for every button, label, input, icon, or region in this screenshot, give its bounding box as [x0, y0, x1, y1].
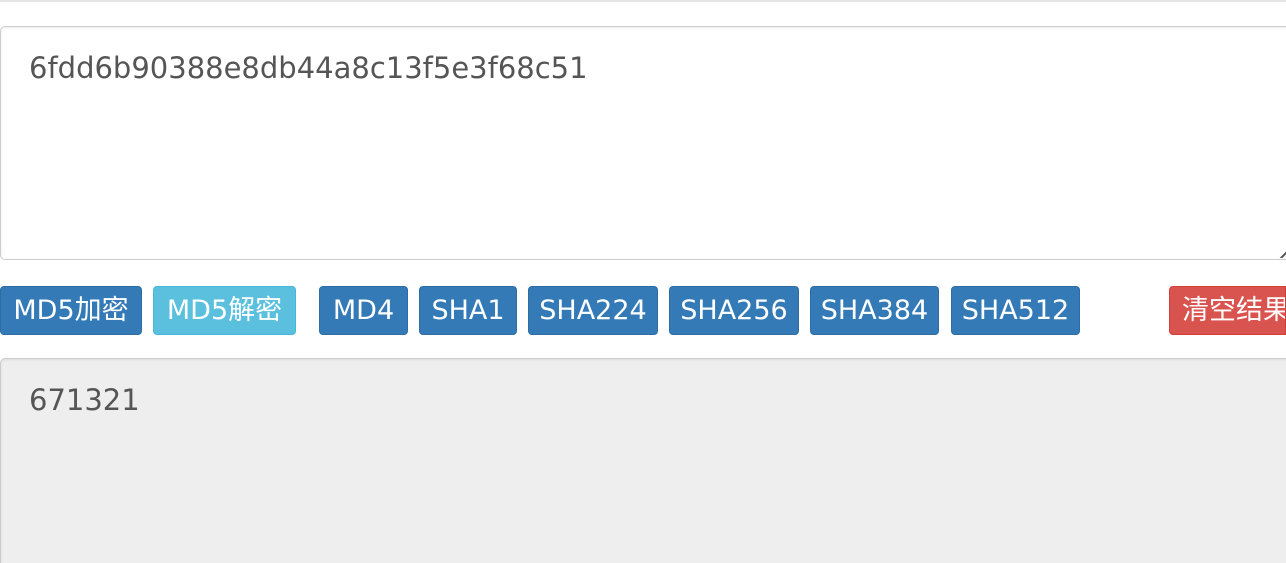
- hash-result-value: 671321: [29, 383, 140, 417]
- resize-grip-icon[interactable]: [1278, 250, 1286, 258]
- md5-tool-page: 6fdd6b90388e8db44a8c13f5e3f68c51 MD5加密 M…: [0, 0, 1286, 563]
- md5-encrypt-button[interactable]: MD5加密: [0, 286, 142, 335]
- sha224-button[interactable]: SHA224: [528, 286, 658, 335]
- hash-input-value: 6fdd6b90388e8db44a8c13f5e3f68c51: [29, 51, 588, 85]
- hash-input-textarea[interactable]: 6fdd6b90388e8db44a8c13f5e3f68c51: [0, 26, 1286, 260]
- md5-decrypt-button[interactable]: MD5解密: [153, 286, 296, 335]
- clear-result-button[interactable]: 清空结果: [1169, 286, 1286, 335]
- top-divider: [0, 0, 1286, 2]
- sha256-button[interactable]: SHA256: [669, 286, 799, 335]
- hash-result-textarea[interactable]: 671321: [0, 358, 1286, 563]
- sha512-button[interactable]: SHA512: [951, 286, 1080, 335]
- sha1-button[interactable]: SHA1: [419, 286, 517, 335]
- sha384-button[interactable]: SHA384: [810, 286, 939, 335]
- md4-button[interactable]: MD4: [319, 286, 408, 335]
